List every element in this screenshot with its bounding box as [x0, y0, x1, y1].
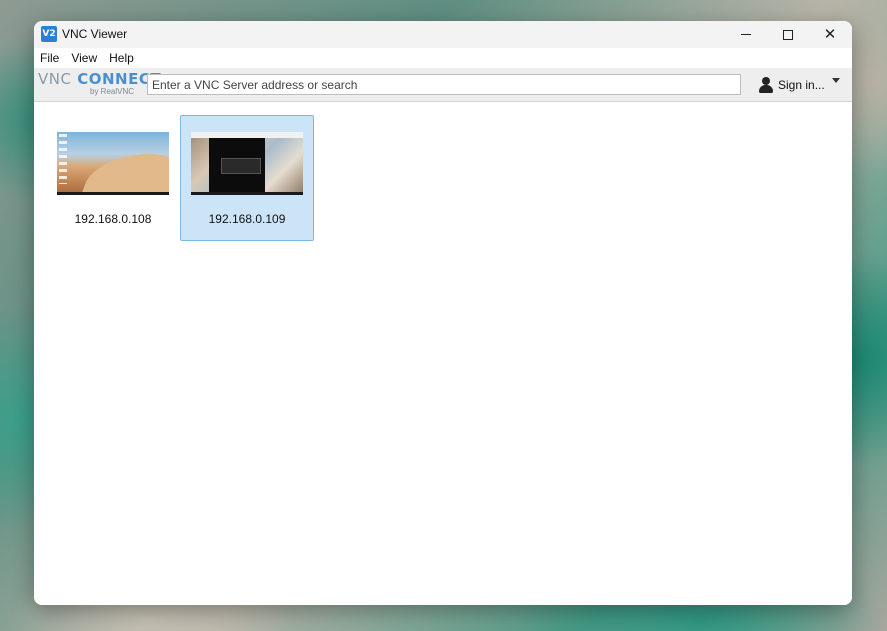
close-button[interactable]: ✕	[808, 21, 852, 48]
close-icon: ✕	[823, 25, 837, 43]
menu-view[interactable]: View	[71, 51, 97, 65]
vnc-app-icon: V2	[41, 26, 57, 42]
menu-file[interactable]: File	[40, 51, 59, 65]
connection-thumbnail	[57, 132, 169, 195]
connection-label: 192.168.0.109	[208, 212, 286, 226]
maximize-icon	[783, 29, 793, 40]
server-search-input[interactable]	[147, 74, 741, 95]
minimize-button[interactable]	[724, 21, 768, 48]
logo-byline: by RealVNC	[90, 87, 135, 96]
title-bar[interactable]: V2 VNC Viewer ✕	[34, 21, 852, 48]
toolbar: VNC CONNECT by RealVNC Sign in...	[34, 68, 852, 102]
connection-tile-selected[interactable]: 192.168.0.109	[180, 115, 314, 241]
minimize-icon	[741, 34, 751, 35]
menu-help[interactable]: Help	[109, 51, 134, 65]
vnc-connect-logo: VNC CONNECT by RealVNC	[38, 70, 161, 100]
user-icon	[758, 76, 774, 94]
menu-bar: File View Help	[34, 48, 852, 68]
logo-vnc-text: VNC	[38, 70, 72, 88]
sign-in-label: Sign in...	[778, 78, 825, 92]
window-title: VNC Viewer	[62, 27, 128, 41]
address-book-area[interactable]: 192.168.0.108 192.168.0.109	[34, 103, 852, 605]
sign-in-button[interactable]: Sign in...	[758, 75, 825, 95]
connection-thumbnail	[191, 132, 303, 195]
vnc-viewer-window: V2 VNC Viewer ✕ File View Help VNC CONNE…	[34, 21, 852, 605]
logo-wordmark: VNC CONNECT	[38, 70, 161, 88]
connection-tile[interactable]: 192.168.0.108	[46, 115, 180, 241]
connection-label: 192.168.0.108	[74, 212, 152, 226]
chevron-down-icon[interactable]	[832, 78, 840, 83]
maximize-button[interactable]	[766, 21, 810, 48]
